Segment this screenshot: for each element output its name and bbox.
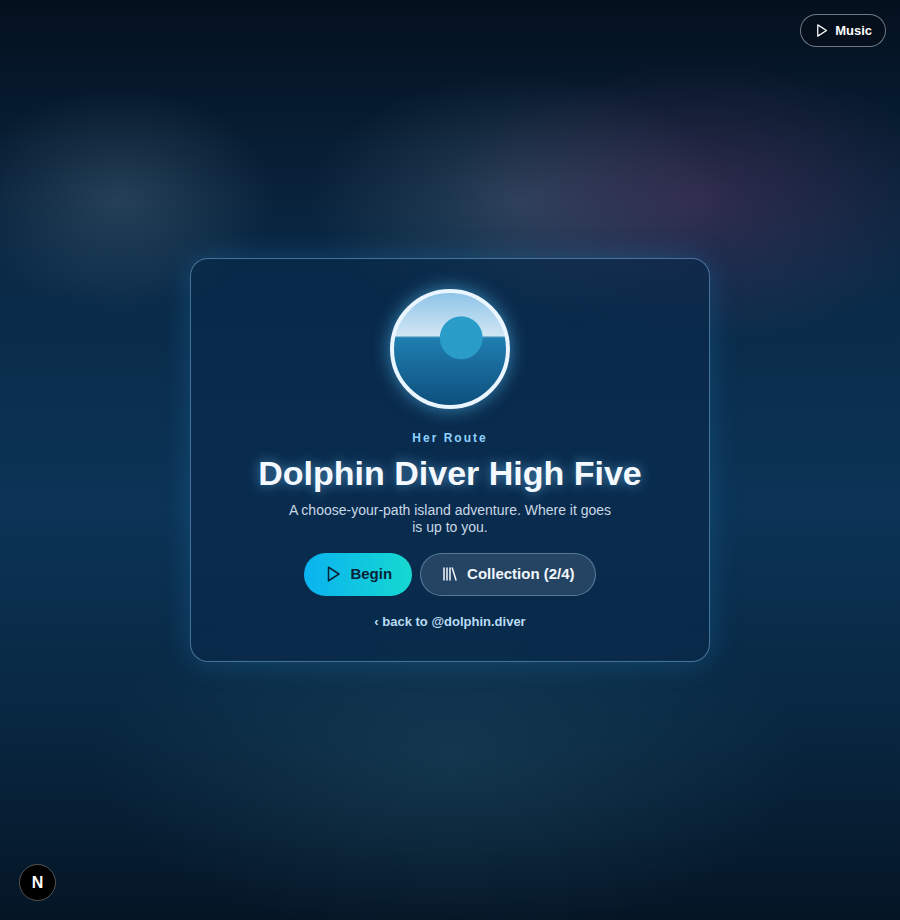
music-label: Music xyxy=(835,21,872,41)
stage: Her Route Dolphin Diver High Five A choose… xyxy=(0,0,900,920)
library-icon xyxy=(441,565,459,583)
title: Dolphin Diver High Five xyxy=(258,453,641,494)
begin-button[interactable]: Begin xyxy=(304,553,412,596)
subtitle: A choose-your-path island adventure. Whe… xyxy=(285,502,615,537)
play-icon xyxy=(324,565,342,583)
dev-badge[interactable]: N xyxy=(19,864,56,901)
button-label: Collection (2/4) xyxy=(467,563,575,586)
play-icon xyxy=(814,23,829,38)
collection-button[interactable]: Collection (2/4) xyxy=(420,553,596,596)
button-label: Begin xyxy=(350,563,392,586)
hero-card: Her Route Dolphin Diver High Five A choose… xyxy=(190,258,710,662)
route-label: Her Route xyxy=(412,429,487,447)
button-row: Begin Collection (2/4) xyxy=(304,553,595,596)
music-button[interactable]: Music xyxy=(800,14,886,47)
avatar-image xyxy=(390,289,510,409)
back-link[interactable]: ‹ back to @dolphin.diver xyxy=(374,612,525,632)
